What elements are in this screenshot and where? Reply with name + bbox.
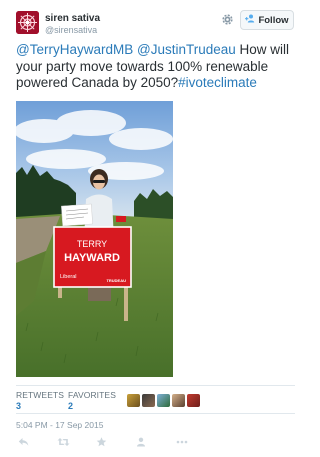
tweet-photo[interactable]: TERRY HAYWARD Liberal TRUDEAU (16, 101, 173, 377)
favorites-count: 2 (68, 401, 74, 411)
favorites-stat[interactable]: FAVORITES 2 (68, 390, 116, 411)
avatar[interactable] (157, 394, 170, 407)
follow-button[interactable]: Follow (240, 10, 294, 30)
timestamp[interactable]: 5:04 PM - 17 Sep 2015 (16, 420, 103, 430)
avatar[interactable] (187, 394, 200, 407)
favorite-icon[interactable] (96, 434, 107, 452)
sign-leader: TRUDEAU (106, 278, 126, 283)
retweets-stat[interactable]: RETWEETS 3 (16, 390, 64, 411)
retweets-count: 3 (16, 401, 22, 411)
screen-name[interactable]: @sirensativa (45, 25, 97, 35)
avatar[interactable] (16, 11, 39, 34)
avatar[interactable] (172, 394, 185, 407)
divider (16, 385, 295, 386)
engager-avatars (127, 394, 200, 407)
tweet-card: siren sativa @sirensativa Follow @TerryH… (0, 0, 311, 457)
display-name[interactable]: siren sativa (45, 13, 100, 24)
more-icon[interactable] (176, 434, 188, 452)
retweets-label: RETWEETS (16, 390, 65, 400)
mention-link[interactable]: @TerryHaywardMB (16, 42, 133, 57)
divider (16, 413, 295, 414)
gear-icon[interactable] (221, 13, 234, 26)
avatar[interactable] (142, 394, 155, 407)
sign-name-line1: TERRY (77, 239, 107, 249)
add-user-icon (245, 14, 255, 26)
avatar[interactable] (127, 394, 140, 407)
avatar-icon (16, 11, 39, 34)
reply-icon[interactable] (18, 434, 29, 452)
tweet-actions (0, 432, 311, 448)
sign-party: Liberal (60, 274, 77, 280)
hashtag-link[interactable]: #ivoteclimate (178, 75, 257, 90)
retweet-icon[interactable] (57, 434, 70, 452)
favorites-label: FAVORITES (68, 390, 116, 400)
mention-link[interactable]: @JustinTrudeau (137, 42, 236, 57)
follow-label: Follow (258, 14, 289, 26)
follow-icon[interactable] (136, 434, 146, 452)
tweet-text: @TerryHaywardMB @JustinTrudeau How will … (16, 42, 301, 92)
sign-name-line2: HAYWARD (64, 252, 120, 264)
